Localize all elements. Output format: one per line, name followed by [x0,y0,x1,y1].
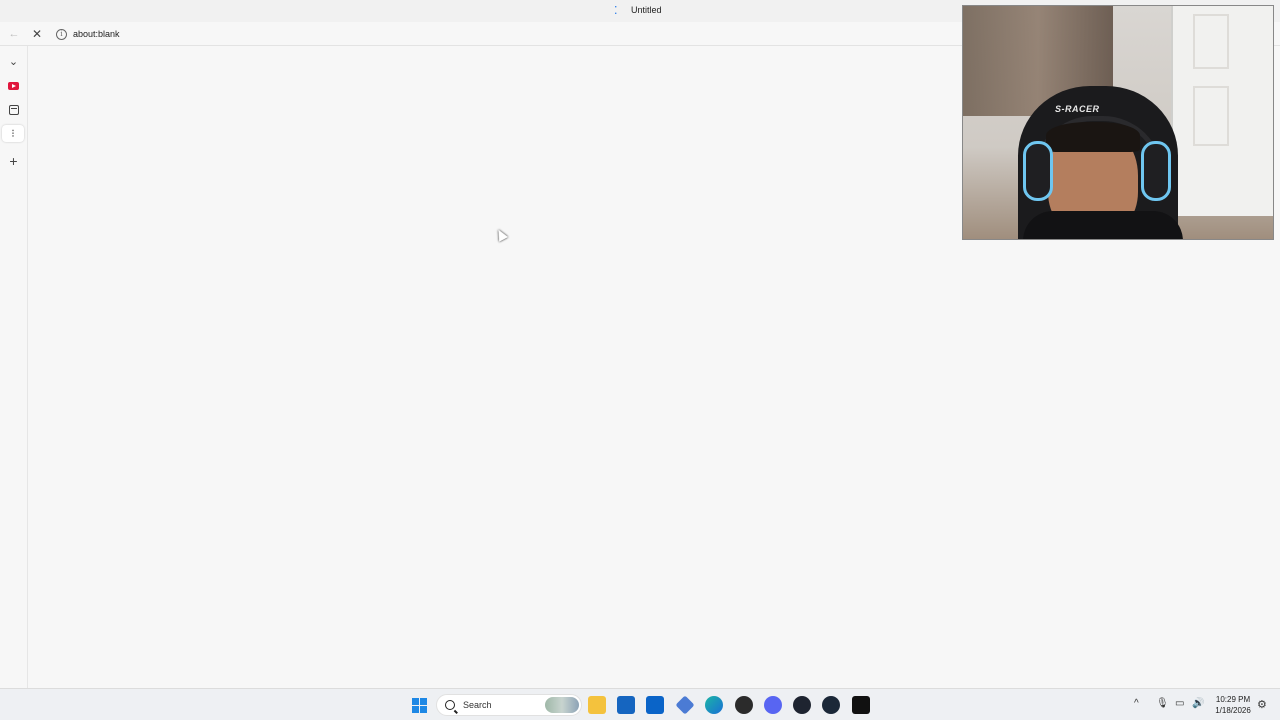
app-icon[interactable] [675,695,695,715]
search-highlight-icon [545,697,579,713]
microphone-icon[interactable]: 🎙 [1156,698,1169,709]
address-bar[interactable]: i about:blank [52,24,958,44]
stop-loading-button[interactable]: ✕ [29,26,45,42]
notification-bell-icon[interactable]: ⚙ [1257,698,1267,711]
search-placeholder: Search [463,700,492,710]
taskbar-search[interactable]: Search [436,694,582,716]
system-clock[interactable]: 10:29 PM 1/18/2026 [1210,694,1256,716]
new-tab-button[interactable]: + [5,152,22,169]
calendar-tab[interactable] [5,101,22,118]
webcam-door-panel [1193,86,1229,146]
active-tab[interactable]: ⁝ [2,125,24,142]
start-button[interactable] [410,696,428,714]
window-title: Untitled [631,5,662,15]
loading-indicator-icon: ⁚ [614,5,618,17]
clock-date: 1/18/2026 [1215,706,1251,715]
discord-icon[interactable] [764,696,782,714]
file-explorer-icon[interactable] [588,696,606,714]
back-button[interactable]: ← [6,26,22,42]
vertical-tab-sidebar: ⌄ ⁝ + [0,46,28,688]
youtube-icon [8,81,19,90]
network-icon[interactable]: ▭ [1175,698,1184,709]
windows-logo-icon [411,697,427,713]
app-red-badge-icon[interactable] [735,696,753,714]
webcam-door-panel [1193,14,1229,69]
streamer-hair [1046,122,1140,152]
streamer-shirt [1023,211,1183,239]
volume-icon[interactable]: 🔊 [1192,698,1204,709]
calendar-icon [8,104,19,115]
chevron-down-icon[interactable]: ⌄ [5,53,22,70]
edge-icon[interactable] [705,696,723,714]
address-text[interactable]: about:blank [73,29,120,39]
headset-left-cup [1023,141,1053,201]
store-icon[interactable] [617,696,635,714]
site-info-icon[interactable]: i [56,28,67,40]
youtube-tab[interactable] [5,77,22,94]
outlook-icon[interactable] [646,696,664,714]
search-icon [445,700,455,710]
app-dark-icon[interactable] [793,696,811,714]
headset-right-cup [1141,141,1171,201]
clock-time: 10:29 PM [1215,695,1251,704]
chair-brand-label: S-RACER [1055,104,1100,114]
webcam-overlay: S-RACER [962,5,1274,240]
call-of-duty-icon[interactable] [852,696,870,714]
tray-overflow-chevron-icon[interactable]: ^ [1134,698,1139,709]
windows-taskbar: Search ^ 🎙 ▭ 🔊 10:29 PM 1/18/2026 ⚙ [0,688,1280,720]
steam-icon[interactable] [822,696,840,714]
